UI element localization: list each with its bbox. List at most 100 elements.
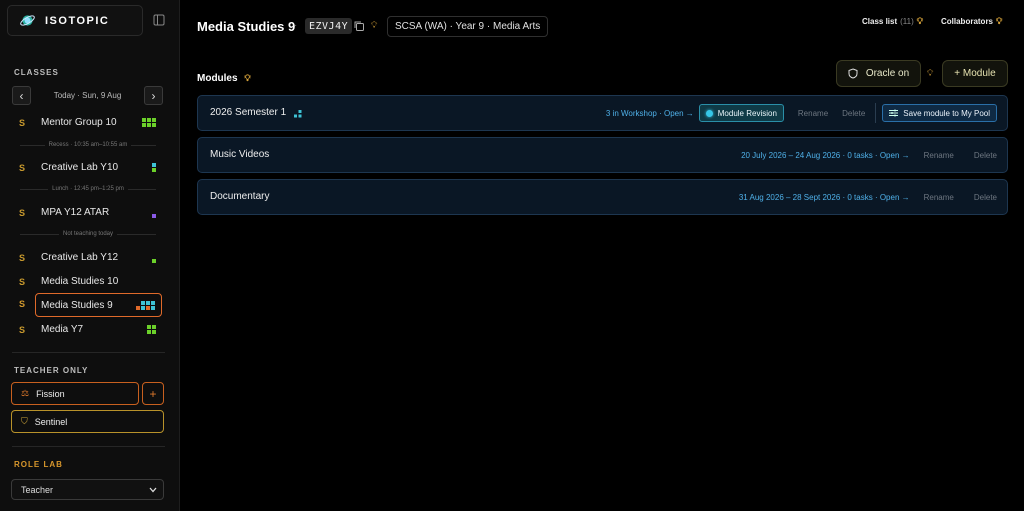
class-name: MPA Y12 ATAR bbox=[41, 207, 110, 218]
class-item-media-studies-10[interactable]: S Media Studies 10 bbox=[12, 271, 162, 292]
action-separator bbox=[875, 103, 877, 123]
modules-title: Modules 💡︎ bbox=[197, 73, 251, 84]
class-badge: S bbox=[19, 276, 26, 287]
class-color-squares bbox=[142, 118, 156, 127]
class-color-squares bbox=[136, 300, 155, 310]
module-actions: 31 Aug 2026 – 28 Sept 2026 · 0 tasks · O… bbox=[739, 180, 997, 214]
class-badge: S bbox=[19, 324, 26, 335]
class-color-squares bbox=[152, 163, 156, 172]
shield-icon: ⛉ bbox=[21, 416, 28, 426]
class-name: Creative Lab Y10 bbox=[41, 162, 119, 173]
lightbulb-icon[interactable]: 💡︎ bbox=[244, 73, 250, 84]
title-separator: · bbox=[294, 20, 298, 31]
module-name: 2026 Semester 1 bbox=[210, 107, 287, 118]
module-card[interactable]: Documentary 31 Aug 2026 – 28 Sept 2026 ·… bbox=[197, 179, 1008, 215]
save-to-pool-button[interactable]: Save module to My Pool bbox=[882, 104, 997, 122]
class-name: Media Y7 bbox=[41, 324, 84, 335]
module-actions: 3 in Workshop · Open → Module Revision R… bbox=[606, 96, 997, 130]
delete-button[interactable]: Delete bbox=[974, 193, 997, 202]
revision-dot-icon bbox=[705, 109, 713, 117]
break-lunch: Lunch · 12:45 pm–1:25 pm bbox=[20, 184, 156, 194]
chevron-down-icon bbox=[149, 487, 157, 492]
class-badge: S bbox=[19, 299, 26, 309]
sentinel-label: Sentinel bbox=[34, 416, 68, 427]
module-revision-button[interactable]: Module Revision bbox=[698, 104, 784, 122]
sentinel-button[interactable]: ⛉ Sentinel bbox=[11, 410, 164, 433]
class-color-squares bbox=[152, 253, 156, 263]
module-name: Music Videos bbox=[210, 149, 270, 160]
class-color-squares bbox=[147, 325, 156, 334]
class-list-link[interactable]: Class list (11) 💡︎ bbox=[862, 16, 923, 27]
shield-icon bbox=[848, 68, 858, 79]
collaborators-link[interactable]: Collaborators 💡︎ bbox=[941, 16, 1002, 27]
module-actions: 20 July 2026 – 24 Aug 2026 · 0 tasks · O… bbox=[741, 138, 997, 172]
break-recess: Recess · 10:35 am–10:55 am bbox=[20, 140, 156, 150]
fission-label: Fission bbox=[36, 388, 65, 399]
module-info-link[interactable]: 20 July 2026 – 24 Aug 2026 · 0 tasks · O… bbox=[741, 151, 910, 160]
module-card[interactable]: Music Videos 20 July 2026 – 24 Aug 2026 … bbox=[197, 137, 1008, 173]
role-select-value: Teacher bbox=[21, 484, 54, 495]
page-title: Media Studies 9 bbox=[197, 19, 296, 34]
role-lab-title: ROLE LAB bbox=[14, 460, 63, 469]
lightbulb-icon[interactable]: 💡︎ bbox=[927, 68, 933, 79]
class-item-creative-lab-y12[interactable]: S Creative Lab Y12 bbox=[12, 247, 162, 268]
delete-button[interactable]: Delete bbox=[974, 151, 997, 160]
class-name: Media Studies 9 bbox=[41, 299, 113, 311]
fission-button[interactable]: ⚖ Fission bbox=[11, 382, 139, 405]
day-label: Today · Sun, 9 Aug bbox=[53, 91, 122, 100]
class-list-count: (11) bbox=[900, 17, 914, 26]
class-badge: S bbox=[19, 117, 26, 128]
sidebar-divider bbox=[12, 352, 165, 353]
class-item-mentor-group-10[interactable]: S Mentor Group 10 bbox=[12, 112, 162, 133]
sidebar: ISOTOPIC CLASSES ‹ Today · Sun, 9 Aug › … bbox=[0, 0, 180, 511]
module-name: Documentary bbox=[210, 191, 270, 202]
class-list-label: Class list bbox=[862, 17, 898, 26]
rename-button[interactable]: Rename bbox=[798, 109, 828, 118]
class-name: Mentor Group 10 bbox=[41, 117, 117, 128]
next-day-button[interactable]: › bbox=[143, 86, 163, 105]
day-navigator: ‹ Today · Sun, 9 Aug › bbox=[12, 86, 163, 105]
collaborators-label: Collaborators bbox=[941, 17, 994, 26]
save-label: Save module to My Pool bbox=[903, 108, 990, 118]
lightbulb-icon[interactable]: 💡︎ bbox=[371, 20, 377, 31]
lightbulb-icon: 💡︎ bbox=[996, 16, 1003, 26]
copy-icon[interactable] bbox=[353, 20, 365, 32]
sliders-icon bbox=[889, 109, 899, 117]
brand-name: ISOTOPIC bbox=[45, 14, 110, 27]
class-name: Media Studies 10 bbox=[41, 276, 119, 287]
add-module-button[interactable]: + Module bbox=[942, 60, 1008, 87]
add-tool-button[interactable]: + bbox=[142, 382, 164, 405]
class-item-media-studies-9[interactable]: Media Studies 9 bbox=[35, 293, 162, 317]
role-select[interactable]: Teacher bbox=[11, 479, 164, 500]
prev-day-button[interactable]: ‹ bbox=[12, 86, 31, 105]
teacher-only-title: TEACHER ONLY bbox=[14, 366, 89, 375]
class-badge: S bbox=[19, 252, 26, 263]
isotopic-logo-icon bbox=[20, 15, 35, 26]
class-meta-chip: SCSA (WA) · Year 9 · Media Arts bbox=[387, 16, 549, 37]
delete-button[interactable]: Delete bbox=[842, 109, 865, 118]
module-info-link[interactable]: 3 in Workshop · Open → bbox=[606, 109, 694, 118]
break-not-teaching: Not teaching today bbox=[20, 229, 157, 239]
sidebar-divider bbox=[12, 446, 165, 447]
oracle-label: Oracle on bbox=[865, 68, 910, 79]
module-card[interactable]: 2026 Semester 1 3 in Workshop · Open → M… bbox=[197, 95, 1008, 131]
rename-button[interactable]: Rename bbox=[924, 151, 954, 160]
class-item-creative-lab-y10[interactable]: S Creative Lab Y10 bbox=[12, 157, 162, 178]
brand-button[interactable]: ISOTOPIC bbox=[7, 5, 143, 36]
revision-label: Module Revision bbox=[717, 108, 777, 118]
class-item-mpa-y12-atar[interactable]: S MPA Y12 ATAR bbox=[12, 202, 162, 223]
classes-section-title: CLASSES bbox=[14, 68, 59, 77]
scales-icon: ⚖ bbox=[21, 388, 30, 398]
rename-button[interactable]: Rename bbox=[924, 193, 954, 202]
lightbulb-icon: 💡︎ bbox=[916, 16, 924, 26]
module-info-link[interactable]: 31 Aug 2026 – 28 Sept 2026 · 0 tasks · O… bbox=[739, 193, 910, 202]
class-code: EZVJ4Y bbox=[305, 18, 353, 34]
class-item-media-y7[interactable]: S Media Y7 bbox=[12, 319, 162, 340]
class-badge: S bbox=[19, 162, 26, 173]
class-color-squares bbox=[152, 208, 156, 218]
module-grid-icon bbox=[294, 110, 302, 118]
collapse-sidebar-icon[interactable] bbox=[153, 14, 165, 26]
oracle-toggle-button[interactable]: Oracle on bbox=[836, 60, 921, 87]
class-badge: S bbox=[19, 207, 26, 218]
class-name: Creative Lab Y12 bbox=[41, 252, 119, 263]
